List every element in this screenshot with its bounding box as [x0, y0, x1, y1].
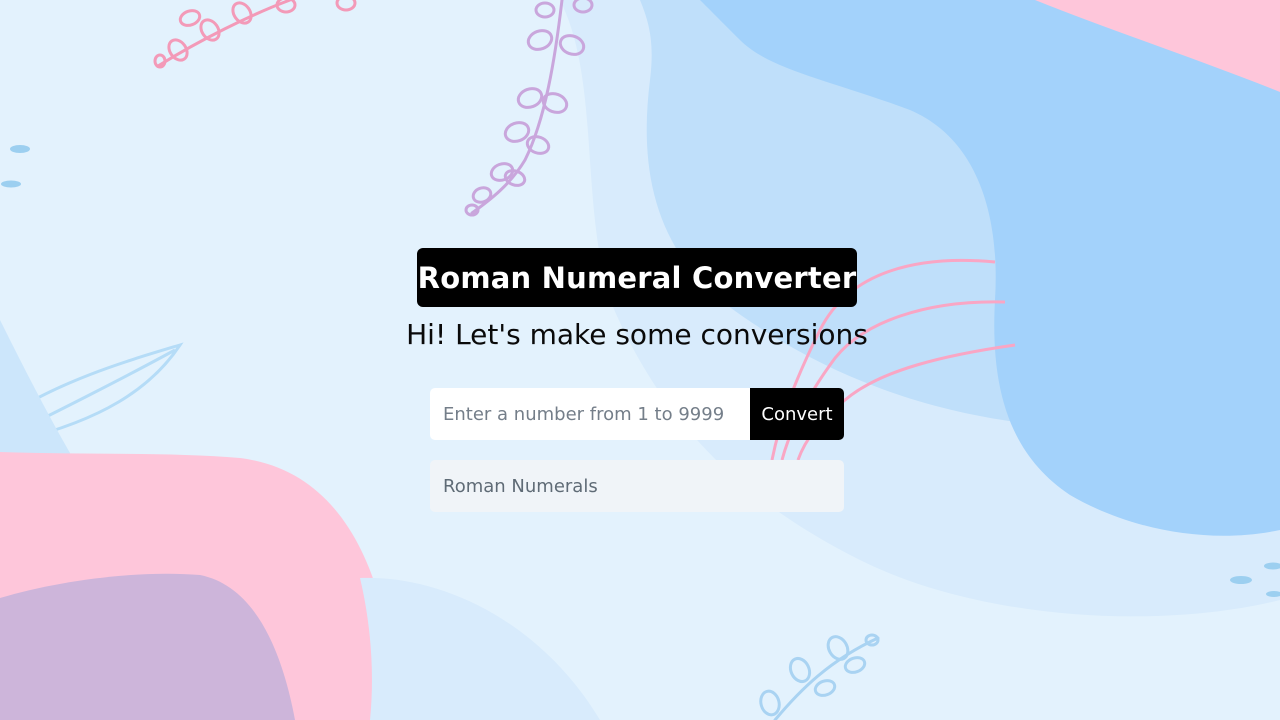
page-title: Roman Numeral Converter	[417, 248, 857, 307]
page: Roman Numeral Converter Hi! Let's make s…	[0, 0, 1280, 720]
roman-numeral-output-text: Roman Numerals	[443, 475, 598, 497]
number-input[interactable]	[430, 388, 750, 440]
main-content: Roman Numeral Converter Hi! Let's make s…	[0, 0, 1280, 720]
roman-numeral-output: Roman Numerals	[430, 460, 844, 512]
converter-form: Convert	[430, 388, 844, 440]
page-subtitle: Hi! Let's make some conversions	[406, 318, 868, 351]
convert-button[interactable]: Convert	[750, 388, 844, 440]
